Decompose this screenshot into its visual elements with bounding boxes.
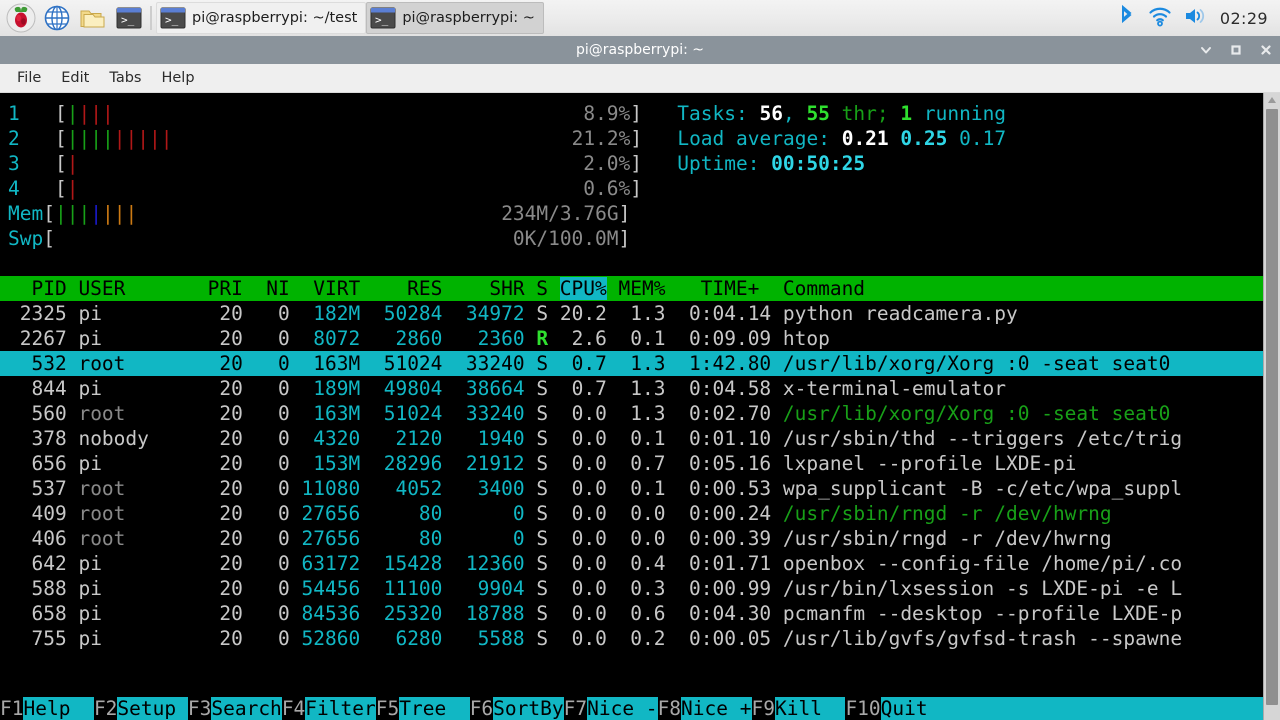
minimize-button[interactable] bbox=[1198, 42, 1214, 58]
htop-view: 1 [|||| 8.9%] Tasks: 56, 55 thr; 1 runni… bbox=[0, 101, 1264, 720]
menubar: File Edit Tabs Help bbox=[0, 64, 1280, 93]
htop-meter-row: 4 [| 0.6%] bbox=[8, 177, 643, 200]
htop-process-row[interactable]: 406 root 20 0 27656 80 0 S 0.0 0.0 0:00.… bbox=[0, 526, 1264, 551]
raspberry-menu-icon[interactable] bbox=[4, 1, 38, 35]
htop-process-row[interactable]: 658 pi 20 0 84536 25320 18788 S 0.0 0.6 … bbox=[0, 601, 1264, 626]
fn-key[interactable]: F4 bbox=[281, 697, 306, 720]
svg-text:>_: >_ bbox=[375, 14, 389, 27]
menu-file[interactable]: File bbox=[8, 67, 50, 89]
htop-function-bar: F1Help F2Setup F3SearchF4FilterF5Tree F6… bbox=[0, 696, 1280, 720]
taskbar-clock[interactable]: 02:29 bbox=[1220, 9, 1268, 28]
htop-meter-row: Mem[||||||| 234M/3.76G] bbox=[8, 202, 631, 225]
fn-label[interactable]: Kill bbox=[774, 697, 846, 720]
menu-tabs[interactable]: Tabs bbox=[100, 67, 150, 89]
htop-process-row[interactable]: 844 pi 20 0 189M 49804 38664 S 0.7 1.3 0… bbox=[0, 376, 1264, 401]
window-controls bbox=[1198, 42, 1274, 58]
terminal-scrollbar[interactable] bbox=[1263, 93, 1280, 720]
fn-key[interactable]: F2 bbox=[93, 697, 118, 720]
taskbar-separator bbox=[150, 6, 152, 30]
screen: >_ >_ pi@raspberrypi: ~/test >_ pi@raspb… bbox=[0, 0, 1280, 720]
svg-text:>_: >_ bbox=[165, 14, 179, 27]
task-button-label: pi@raspberrypi: ~ bbox=[402, 10, 535, 26]
scroll-up-icon[interactable] bbox=[1264, 93, 1280, 107]
system-tray: 02:29 bbox=[1116, 4, 1280, 32]
menu-edit[interactable]: Edit bbox=[52, 67, 98, 89]
fn-key[interactable]: F10 bbox=[845, 697, 881, 720]
fn-label[interactable]: Search bbox=[211, 697, 282, 720]
fn-key[interactable]: F6 bbox=[469, 697, 494, 720]
htop-process-list: 2325 pi 20 0 182M 50284 34972 S 20.2 1.3… bbox=[0, 301, 1264, 651]
htop-meter-row: 1 [|||| 8.9%] Tasks: 56, 55 thr; 1 runni… bbox=[8, 102, 1007, 125]
lxde-taskbar: >_ >_ pi@raspberrypi: ~/test >_ pi@raspb… bbox=[0, 0, 1280, 37]
htop-process-row[interactable]: 537 root 20 0 11080 4052 3400 S 0.0 0.1 … bbox=[0, 476, 1264, 501]
htop-process-row[interactable]: 755 pi 20 0 52860 6280 5588 S 0.0 0.2 0:… bbox=[0, 626, 1264, 651]
scrollbar-thumb[interactable] bbox=[1266, 109, 1278, 705]
terminal-content[interactable]: 1 [|||| 8.9%] Tasks: 56, 55 thr; 1 runni… bbox=[0, 93, 1280, 720]
fn-label[interactable]: Quit bbox=[880, 697, 928, 720]
close-button[interactable] bbox=[1258, 42, 1274, 58]
task-button-2[interactable]: >_ pi@raspberrypi: ~ bbox=[366, 2, 544, 34]
maximize-button[interactable] bbox=[1228, 42, 1244, 58]
web-browser-icon[interactable] bbox=[40, 1, 74, 35]
htop-meters: 1 [|||| 8.9%] Tasks: 56, 55 thr; 1 runni… bbox=[0, 101, 1264, 251]
fn-label[interactable]: Nice - bbox=[587, 697, 658, 720]
fn-label[interactable]: Nice + bbox=[681, 697, 752, 720]
menu-help[interactable]: Help bbox=[152, 67, 203, 89]
htop-meter-row: Swp[ 0K/100.0M] bbox=[8, 227, 631, 250]
htop-process-row[interactable]: 532 root 20 0 163M 51024 33240 S 0.7 1.3… bbox=[0, 351, 1264, 376]
window-title: pi@raspberrypi: ~ bbox=[575, 42, 705, 58]
htop-blank-line bbox=[0, 251, 1264, 276]
fn-label[interactable]: SortBy bbox=[493, 697, 564, 720]
fn-key[interactable]: F3 bbox=[187, 697, 212, 720]
htop-process-row[interactable]: 2267 pi 20 0 8072 2860 2360 R 2.6 0.1 0:… bbox=[0, 326, 1264, 351]
wifi-icon[interactable] bbox=[1148, 5, 1172, 31]
htop-meter-row: 2 [||||||||| 21.2%] Load average: 0.21 0… bbox=[8, 127, 1007, 150]
fn-bar-filler bbox=[927, 697, 1280, 720]
file-manager-icon[interactable] bbox=[76, 1, 110, 35]
fn-key[interactable]: F8 bbox=[657, 697, 682, 720]
fn-key[interactable]: F1 bbox=[0, 697, 24, 720]
htop-column-header[interactable]: PID USER PRI NI VIRT RES SHR S CPU% MEM%… bbox=[0, 276, 1264, 301]
htop-process-row[interactable]: 2325 pi 20 0 182M 50284 34972 S 20.2 1.3… bbox=[0, 301, 1264, 326]
terminal-icon: >_ bbox=[370, 7, 396, 29]
fn-key[interactable]: F9 bbox=[751, 697, 775, 720]
terminal-icon[interactable]: >_ bbox=[112, 1, 146, 35]
fn-label[interactable]: Tree bbox=[399, 697, 470, 720]
task-button-1[interactable]: >_ pi@raspberrypi: ~/test bbox=[156, 2, 367, 34]
htop-process-row[interactable]: 656 pi 20 0 153M 28296 21912 S 0.0 0.7 0… bbox=[0, 451, 1264, 476]
task-button-label: pi@raspberrypi: ~/test bbox=[192, 10, 358, 26]
bluetooth-icon[interactable] bbox=[1116, 4, 1136, 32]
htop-meter-row: 3 [| 2.0%] Uptime: 00:50:25 bbox=[8, 152, 866, 175]
htop-process-row[interactable]: 588 pi 20 0 54456 11100 9904 S 0.0 0.3 0… bbox=[0, 576, 1264, 601]
terminal-window: pi@raspberrypi: ~ File Edit Tabs Help 1 … bbox=[0, 36, 1280, 720]
fn-label[interactable]: Help bbox=[23, 697, 94, 720]
htop-process-row[interactable]: 378 nobody 20 0 4320 2120 1940 S 0.0 0.1… bbox=[0, 426, 1264, 451]
htop-process-row[interactable]: 560 root 20 0 163M 51024 33240 S 0.0 1.3… bbox=[0, 401, 1264, 426]
window-task-list: >_ pi@raspberrypi: ~/test >_ pi@raspberr… bbox=[156, 0, 544, 36]
window-titlebar[interactable]: pi@raspberrypi: ~ bbox=[0, 36, 1280, 64]
volume-icon[interactable] bbox=[1184, 5, 1208, 31]
fn-label[interactable]: Setup bbox=[117, 697, 188, 720]
launcher-area: >_ bbox=[0, 0, 154, 36]
htop-process-row[interactable]: 409 root 20 0 27656 80 0 S 0.0 0.0 0:00.… bbox=[0, 501, 1264, 526]
terminal-icon: >_ bbox=[160, 7, 186, 29]
fn-label[interactable]: Filter bbox=[305, 697, 376, 720]
fn-key[interactable]: F7 bbox=[563, 697, 588, 720]
htop-process-row[interactable]: 642 pi 20 0 63172 15428 12360 S 0.0 0.4 … bbox=[0, 551, 1264, 576]
svg-text:>_: >_ bbox=[121, 14, 135, 27]
fn-key[interactable]: F5 bbox=[375, 697, 400, 720]
